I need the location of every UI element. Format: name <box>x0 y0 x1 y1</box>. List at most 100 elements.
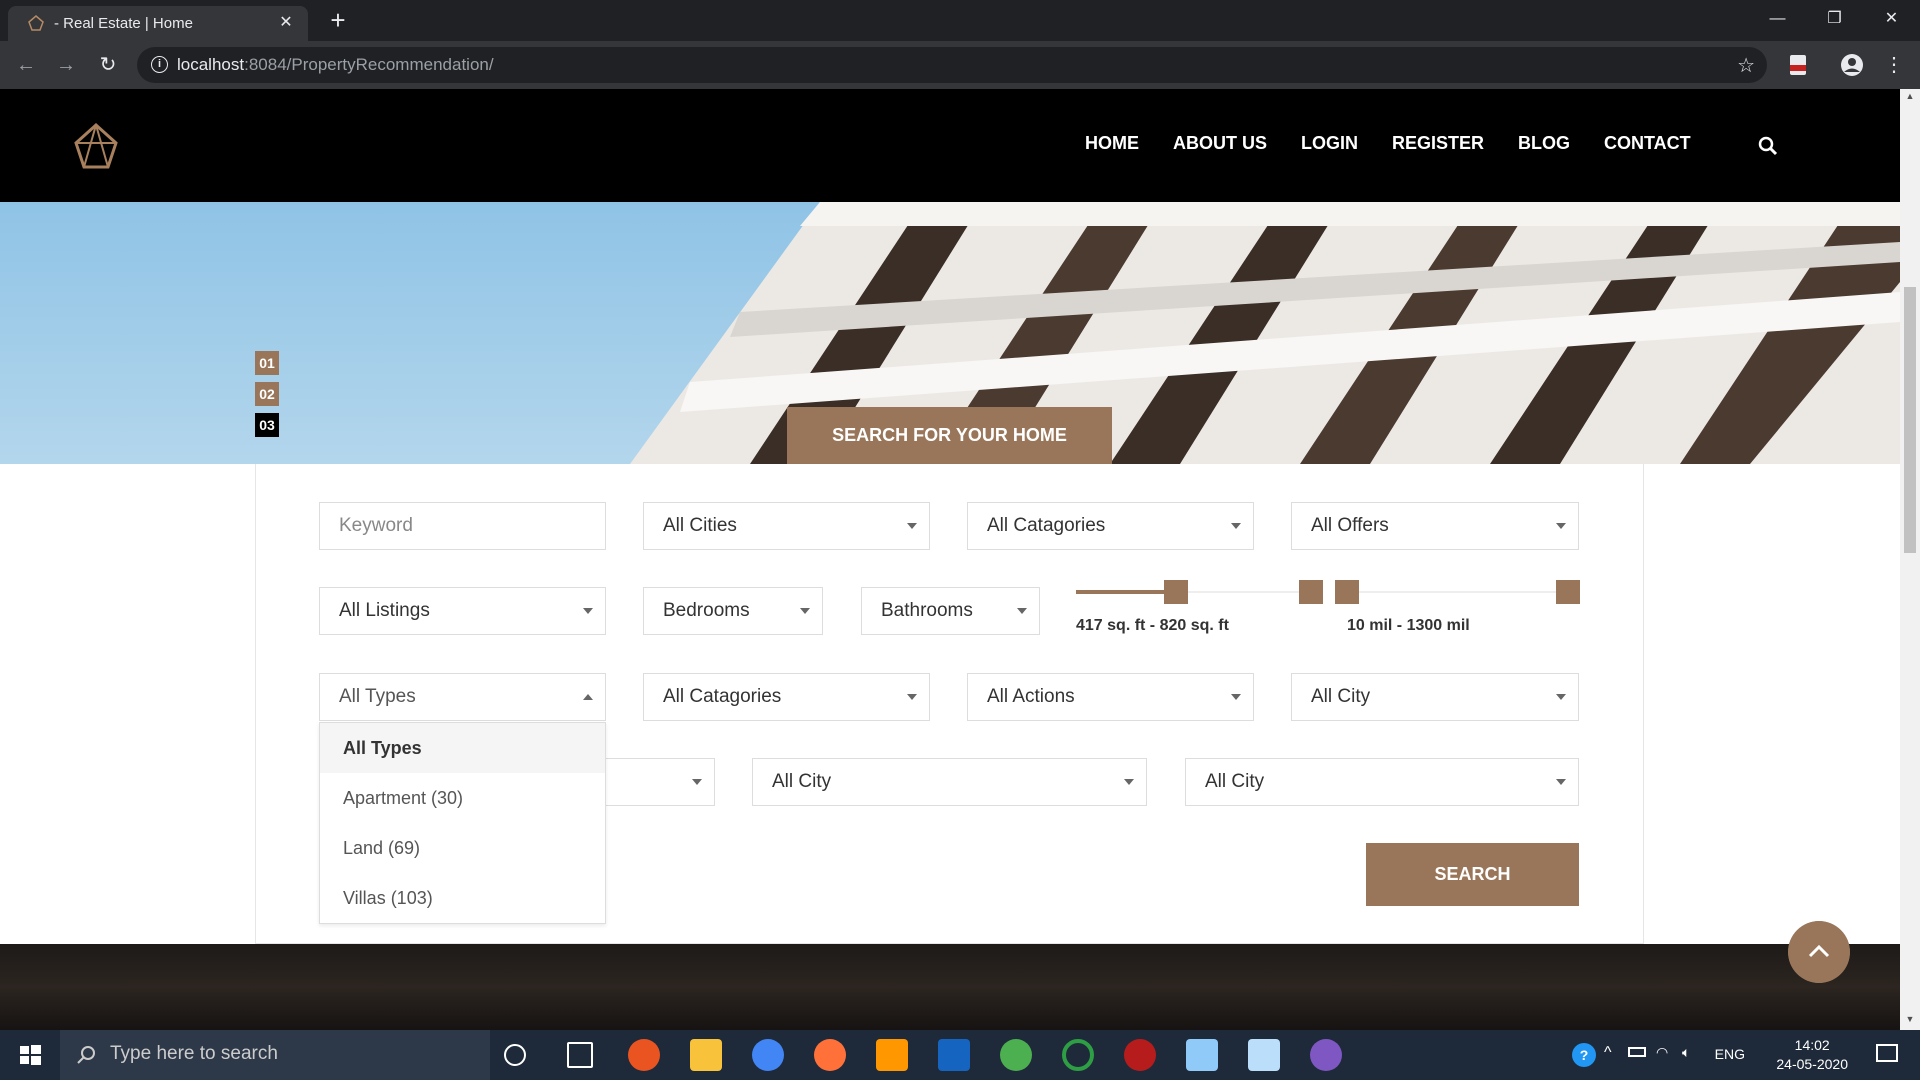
page-scrollbar[interactable]: ▲ ▼ <box>1900 89 1920 1030</box>
dropdown-option-villas[interactable]: Villas (103) <box>320 873 605 923</box>
city-select-2[interactable]: All City <box>1291 673 1579 721</box>
reload-icon[interactable]: ↻ <box>94 51 122 79</box>
battery-icon[interactable] <box>1628 1047 1646 1057</box>
scroll-to-top-button[interactable] <box>1788 921 1850 983</box>
price-range-slider[interactable] <box>1335 577 1580 607</box>
chrome-icon[interactable] <box>752 1039 784 1071</box>
bedrooms-select[interactable]: Bedrooms <box>643 587 823 635</box>
language-indicator[interactable]: ENG <box>1715 1046 1745 1062</box>
clock[interactable]: 14:02 24-05-2020 <box>1776 1036 1848 1074</box>
devcpp-icon[interactable] <box>938 1039 970 1071</box>
cortana-icon[interactable] <box>504 1044 526 1066</box>
window-close-button[interactable]: ✕ <box>1863 0 1920 41</box>
price-max-handle[interactable] <box>1556 580 1580 604</box>
search-icon[interactable] <box>1757 135 1779 157</box>
windows-start-icon[interactable] <box>0 1030 60 1080</box>
chevron-down-icon <box>800 608 810 614</box>
city-select-3[interactable]: All City <box>752 758 1147 806</box>
bathrooms-select[interactable]: Bathrooms <box>861 587 1040 635</box>
site-favicon-icon <box>28 15 44 31</box>
nav-home[interactable]: HOME <box>1085 133 1139 154</box>
window-minimize-button[interactable]: — <box>1749 0 1806 41</box>
main-navigation: HOME ABOUT US LOGIN REGISTER BLOG CONTAC… <box>1085 133 1725 154</box>
taskbar-search-box[interactable]: Type here to search <box>60 1030 490 1080</box>
eclipse-app-icon[interactable] <box>1310 1039 1342 1071</box>
chevron-down-icon <box>1017 608 1027 614</box>
types-select[interactable]: All Types <box>319 673 606 721</box>
nav-blog[interactable]: BLOG <box>1518 133 1570 154</box>
tab-close-icon[interactable]: ✕ <box>274 11 298 35</box>
wifi-icon[interactable]: ◠ <box>1656 1044 1668 1061</box>
category-select[interactable]: All Catagories <box>967 502 1254 550</box>
nav-contact[interactable]: CONTACT <box>1604 133 1691 154</box>
price-min-handle[interactable] <box>1335 580 1359 604</box>
search-icon <box>77 1046 95 1064</box>
site-logo-icon[interactable] <box>74 123 118 169</box>
listings-select[interactable]: All Listings <box>319 587 606 635</box>
scrollbar-thumb[interactable] <box>1904 287 1916 553</box>
slide-indicator: 01 02 03 <box>255 351 279 444</box>
ubuntu-icon[interactable] <box>628 1039 660 1071</box>
show-hidden-icons-chevron-icon[interactable]: ^ <box>1604 1044 1612 1062</box>
offers-select[interactable]: All Offers <box>1291 502 1579 550</box>
network-app-icon[interactable] <box>1124 1039 1156 1071</box>
dropdown-option-land[interactable]: Land (69) <box>320 823 605 873</box>
dropdown-option-apartment[interactable]: Apartment (30) <box>320 773 605 823</box>
search-button[interactable]: SEARCH <box>1366 843 1579 906</box>
search-for-home-tab[interactable]: SEARCH FOR YOUR HOME <box>787 407 1112 464</box>
keyword-input[interactable]: Keyword <box>319 502 606 550</box>
task-view-icon[interactable] <box>567 1042 593 1068</box>
section-background-image <box>0 944 1900 1030</box>
scroll-up-arrow-icon[interactable]: ▲ <box>1900 91 1920 107</box>
city-select[interactable]: All Cities <box>643 502 930 550</box>
scroll-down-arrow-icon[interactable]: ▼ <box>1900 1014 1920 1030</box>
chevron-down-icon <box>907 694 917 700</box>
city-select-4[interactable]: All City <box>1185 758 1579 806</box>
chevron-down-icon <box>1231 694 1241 700</box>
nav-register[interactable]: REGISTER <box>1392 133 1484 154</box>
slide-number-3[interactable]: 03 <box>255 413 279 437</box>
chevron-down-icon <box>1124 779 1134 785</box>
system-tray: ? ^ ◠ 🔈︎ ENG 14:02 24-05-2020 <box>1560 1030 1920 1080</box>
speaker-icon[interactable]: 🔈︎ <box>1682 1044 1690 1061</box>
dropdown-option-all-types[interactable]: All Types <box>320 723 605 773</box>
chevron-down-icon <box>907 523 917 529</box>
site-info-icon[interactable]: i <box>151 56 168 73</box>
profile-avatar-icon[interactable] <box>1840 53 1864 77</box>
nav-login[interactable]: LOGIN <box>1301 133 1358 154</box>
file-explorer-icon[interactable] <box>690 1039 722 1071</box>
forward-arrow-icon[interactable]: → <box>52 51 80 79</box>
site-header: HOME ABOUT US LOGIN REGISTER BLOG CONTAC… <box>0 89 1900 202</box>
firefox-icon[interactable] <box>814 1039 846 1071</box>
types-dropdown-menu: All Types Apartment (30) Land (69) Villa… <box>319 722 606 924</box>
address-url[interactable]: localhost:8084/PropertyRecommendation/ <box>177 55 494 75</box>
browser-tab-bar: - Real Estate | Home ✕ + — ❐ ✕ <box>0 0 1920 41</box>
categories-select[interactable]: All Catagories <box>643 673 930 721</box>
pdf-extension-icon[interactable] <box>1786 53 1810 77</box>
notepad-app-icon[interactable] <box>1186 1039 1218 1071</box>
area-range-label: 417 sq. ft - 820 sq. ft <box>1076 617 1229 634</box>
slide-number-2[interactable]: 02 <box>255 382 279 406</box>
cube-app-icon[interactable] <box>1248 1039 1280 1071</box>
notification-center-icon[interactable] <box>1876 1044 1898 1062</box>
browser-tab-active[interactable]: - Real Estate | Home ✕ <box>8 6 308 41</box>
utorrent-icon[interactable] <box>1000 1039 1032 1071</box>
slide-number-1[interactable]: 01 <box>255 351 279 375</box>
address-bar[interactable]: i localhost:8084/PropertyRecommendation/… <box>137 47 1767 83</box>
actions-select[interactable]: All Actions <box>967 673 1254 721</box>
help-icon[interactable]: ? <box>1572 1043 1596 1067</box>
area-max-handle[interactable] <box>1299 580 1323 604</box>
nav-about-us[interactable]: ABOUT US <box>1173 133 1267 154</box>
taskbar-search-text: Type here to search <box>110 1043 278 1064</box>
sublime-text-icon[interactable] <box>876 1039 908 1071</box>
window-restore-button[interactable]: ❐ <box>1806 0 1863 41</box>
area-min-handle[interactable] <box>1164 580 1188 604</box>
browser-menu-icon[interactable]: ⋮ <box>1880 51 1908 79</box>
area-range-slider[interactable] <box>1076 577 1323 607</box>
chevron-down-icon <box>1556 694 1566 700</box>
back-arrow-icon[interactable]: ← <box>12 51 40 79</box>
spinner-app-icon[interactable] <box>1062 1039 1094 1071</box>
bookmark-star-icon[interactable]: ☆ <box>1737 53 1755 78</box>
browser-toolbar: ← → ↻ i localhost:8084/PropertyRecommend… <box>0 41 1920 89</box>
new-tab-button[interactable]: + <box>323 6 353 36</box>
